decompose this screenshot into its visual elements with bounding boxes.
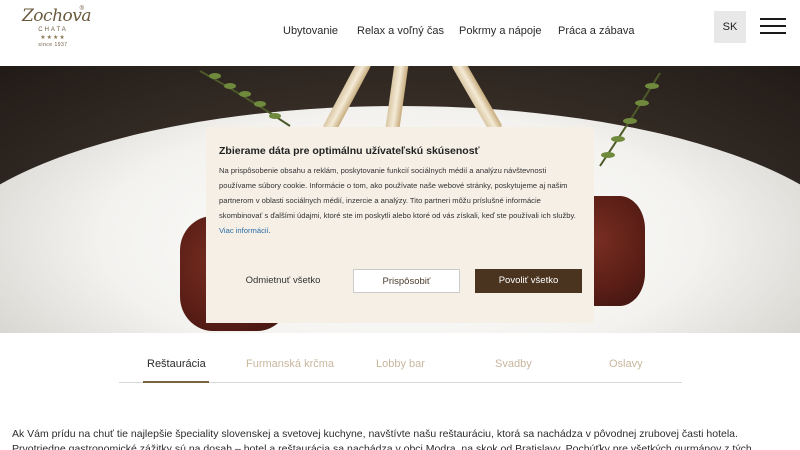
logo-since: since 1937 [38,42,68,48]
burger-line [760,25,786,27]
reject-all-button[interactable]: Odmietnuť všetko [228,269,338,293]
burger-line [760,18,786,20]
consent-body-text: Na prispôsobenie obsahu a reklám, poskyt… [219,166,576,220]
active-tab-indicator [143,381,209,383]
consent-title: Zbierame dáta pre optimálnu užívateľskú … [219,145,480,157]
registered-mark: ® [79,6,84,12]
page: Zochova CHATA ★★★★ since 1937 ® Ubytovan… [0,0,800,450]
logo-stars: ★★★★ [40,35,66,41]
tab-furmanska-krcma[interactable]: Furmanská krčma [246,358,334,370]
site-header: Zochova CHATA ★★★★ since 1937 ® Ubytovan… [0,0,800,66]
tab-restauracia[interactable]: Reštaurácia [147,358,206,370]
venue-tabs: Reštaurácia Furmanská krčma Lobby bar Sv… [119,348,682,383]
nav-item-praca[interactable]: Práca a zábava [558,25,634,37]
tab-lobby-bar[interactable]: Lobby bar [376,358,425,370]
logo-wordmark: Zochova [22,6,92,26]
burger-line [760,32,786,34]
customize-button[interactable]: Prispôsobiť [353,269,460,293]
allow-all-button[interactable]: Povoliť všetko [475,269,582,293]
cookie-consent-dialog: Zbierame dáta pre optimálnu užívateľskú … [206,127,594,323]
hamburger-menu-icon[interactable] [760,18,786,36]
thyme-sprig-icon [199,70,291,127]
tab-oslavy[interactable]: Oslavy [609,358,643,370]
more-info-link[interactable]: Viac informácií [219,226,269,235]
consent-body: Na prispôsobenie obsahu a reklám, poskyt… [219,163,581,238]
consent-link-suffix: . [268,226,271,235]
language-switcher[interactable]: SK [714,11,746,43]
thyme-sprig-icon [599,72,661,167]
nav-item-pokrmy[interactable]: Pokrmy a nápoje [459,25,542,37]
nav-item-relax[interactable]: Relax a voľný čas [357,25,444,37]
tab-svadby[interactable]: Svadby [495,358,532,370]
nav-item-ubytovanie[interactable]: Ubytovanie [283,25,338,37]
hotel-logo[interactable]: Zochova CHATA ★★★★ since 1937 ® [22,6,92,60]
intro-paragraph: Ak Vám prídu na chuť tie najlepšie špeci… [12,428,752,450]
logo-subtitle: CHATA [38,27,68,33]
